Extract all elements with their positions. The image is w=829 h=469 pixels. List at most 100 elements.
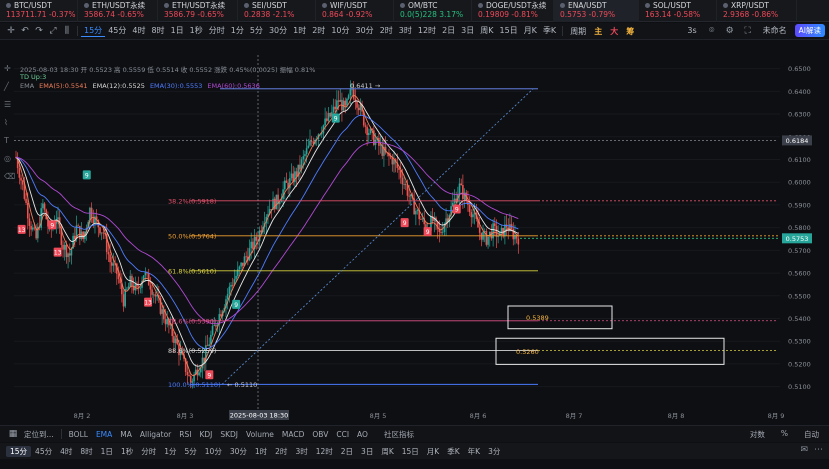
- bottom-interval-option[interactable]: 3日: [357, 446, 377, 457]
- ticker-6[interactable]: DOGE/USDT永续 0.19809 -0.81%: [472, 0, 554, 22]
- bottom-interval-option[interactable]: 15日: [398, 446, 423, 457]
- interval-option[interactable]: 3日: [458, 25, 477, 37]
- ticker-0[interactable]: BTC/USDT 113711.71 -0.37%: [0, 0, 78, 22]
- bottom-interval-option[interactable]: 12时: [312, 446, 337, 457]
- ticker-symbol: ETH/USDT永续: [164, 1, 237, 10]
- indicator-ema[interactable]: EMA: [92, 430, 116, 439]
- candle-body: [472, 214, 474, 218]
- more-icon[interactable]: ⋯: [814, 445, 823, 455]
- interval-option[interactable]: 月K: [521, 25, 540, 37]
- ticker-8[interactable]: SOL/USDT 163.14 -0.58%: [639, 0, 717, 22]
- ticker-2[interactable]: ETH/USDT永续 3586.79 -0.65%: [158, 0, 238, 22]
- interval-option[interactable]: 2日: [439, 25, 458, 37]
- bottom-interval-option[interactable]: 4时: [56, 446, 76, 457]
- interval-option[interactable]: 5分: [247, 25, 266, 37]
- settings-icon[interactable]: ⚙: [723, 26, 737, 36]
- interval-option[interactable]: 1日: [168, 25, 187, 37]
- bottom-interval-option[interactable]: 10分: [201, 446, 226, 457]
- bottom-interval-option[interactable]: 2日: [337, 446, 357, 457]
- ticker-price: 163.14: [645, 10, 674, 19]
- ticker-3[interactable]: SEI/USDT 0.2838 -2.1%: [238, 0, 316, 22]
- interval-option[interactable]: 1分: [228, 25, 247, 37]
- percent-scale-toggle[interactable]: %: [777, 429, 792, 440]
- bottom-interval-option[interactable]: 3时: [291, 446, 311, 457]
- bottom-interval-option[interactable]: 分时: [137, 446, 160, 457]
- bottom-interval-option[interactable]: 1秒: [117, 446, 137, 457]
- interval-option[interactable]: 30分: [266, 25, 290, 37]
- grid-icon[interactable]: ▦: [6, 429, 20, 439]
- interval-option[interactable]: 3时: [396, 25, 415, 37]
- redo-icon[interactable]: ↷: [32, 26, 46, 36]
- crosshair-icon[interactable]: ✛: [4, 26, 18, 36]
- bottom-interval-option[interactable]: 1分: [160, 446, 180, 457]
- interval-option[interactable]: 1秒: [187, 25, 206, 37]
- indicator-rsi[interactable]: RSI: [175, 430, 195, 439]
- bottom-interval-option[interactable]: 15分: [6, 445, 32, 457]
- refresh-rate[interactable]: 3s: [683, 26, 700, 35]
- expand-icon[interactable]: ⤢: [46, 26, 60, 36]
- bottom-interval-option[interactable]: 8时: [76, 446, 96, 457]
- auto-scale-toggle[interactable]: 自动: [800, 429, 823, 440]
- indicator-ao[interactable]: AO: [353, 430, 372, 439]
- period-dropdown[interactable]: 周期: [566, 26, 590, 37]
- ticker-change: -0.92%: [345, 10, 373, 19]
- price-chart[interactable]: 0.65000.64000.63000.62000.61000.60000.59…: [0, 41, 829, 423]
- chat-icon[interactable]: ✉: [800, 445, 808, 455]
- y-tick-label: 0.6100: [788, 156, 811, 164]
- interval-option[interactable]: 30分: [353, 25, 377, 37]
- interval-option[interactable]: 8时: [148, 25, 167, 37]
- interval-option[interactable]: 10分: [328, 25, 352, 37]
- interval-option[interactable]: 周K: [477, 25, 496, 37]
- layout-name[interactable]: 未命名: [759, 25, 791, 36]
- indicator-kdj[interactable]: KDJ: [195, 430, 216, 439]
- indicator-boll[interactable]: BOLL: [65, 430, 92, 439]
- bottom-interval-option[interactable]: 3分: [484, 446, 504, 457]
- indicator-volume[interactable]: Volume: [242, 430, 278, 439]
- indicator-alligator[interactable]: Alligator: [136, 430, 175, 439]
- interval-option[interactable]: 季K: [540, 25, 559, 37]
- interval-option[interactable]: 12时: [415, 25, 439, 37]
- bottom-interval-option[interactable]: 月K: [423, 446, 443, 457]
- indicator-skdj[interactable]: SKDJ: [216, 430, 242, 439]
- ticker-4[interactable]: WIF/USDT 0.864 -0.92%: [316, 0, 394, 22]
- marker-toggle[interactable]: 大: [606, 26, 622, 37]
- ticker-9[interactable]: XRP/USDT 2.9368 -0.86%: [717, 0, 797, 22]
- bottom-interval-option[interactable]: 1日: [97, 446, 117, 457]
- bottom-interval-option[interactable]: 季K: [443, 446, 463, 457]
- ticker-1[interactable]: ETH/USDT永续 3586.74 -0.65%: [78, 0, 158, 22]
- interval-option[interactable]: 分时: [206, 25, 228, 37]
- ticker-symbol-text: XRP/USDT: [731, 1, 770, 10]
- marker-toggle[interactable]: 主: [590, 26, 606, 37]
- interval-option[interactable]: 2时: [377, 25, 396, 37]
- chart-area[interactable]: 0.65000.64000.63000.62000.61000.60000.59…: [0, 41, 829, 423]
- locate-button[interactable]: 定位到...: [20, 429, 58, 440]
- bar-style-icon[interactable]: ⫼: [60, 26, 74, 36]
- interval-option[interactable]: 15日: [497, 25, 521, 37]
- ticker-7[interactable]: ENA/USDT 0.5753 -0.79%: [554, 0, 639, 22]
- marker-toggle[interactable]: 筹: [622, 26, 638, 37]
- community-indicators-button[interactable]: 社区指标: [380, 429, 418, 440]
- bottom-interval-option[interactable]: 45分: [31, 446, 56, 457]
- bottom-interval-option[interactable]: 周K: [377, 446, 397, 457]
- camera-icon[interactable]: ⌾: [705, 26, 719, 36]
- fullscreen-icon[interactable]: ⛶: [741, 26, 755, 36]
- indicator-obv[interactable]: OBV: [308, 430, 332, 439]
- interval-option[interactable]: 2时: [309, 25, 328, 37]
- ai-interpret-button[interactable]: AI解读: [794, 24, 825, 37]
- bottom-interval-option[interactable]: 年K: [464, 446, 484, 457]
- marker-list: 主大筹: [590, 26, 638, 37]
- indicator-ma[interactable]: MA: [116, 430, 136, 439]
- undo-icon[interactable]: ↶: [18, 26, 32, 36]
- indicator-cci[interactable]: CCI: [332, 430, 353, 439]
- bottom-interval-option[interactable]: 2时: [271, 446, 291, 457]
- interval-option[interactable]: 15分: [81, 25, 106, 37]
- interval-option[interactable]: 4时: [129, 25, 148, 37]
- bottom-interval-option[interactable]: 5分: [181, 446, 201, 457]
- bottom-interval-option[interactable]: 30分: [226, 446, 251, 457]
- log-scale-toggle[interactable]: 对数: [746, 429, 769, 440]
- interval-option[interactable]: 1时: [290, 25, 309, 37]
- indicator-macd[interactable]: MACD: [278, 430, 308, 439]
- ticker-5[interactable]: OM/BTC 0.0(5)228 3.17%: [394, 0, 472, 22]
- interval-option[interactable]: 45分: [105, 25, 129, 37]
- bottom-interval-option[interactable]: 1时: [251, 446, 271, 457]
